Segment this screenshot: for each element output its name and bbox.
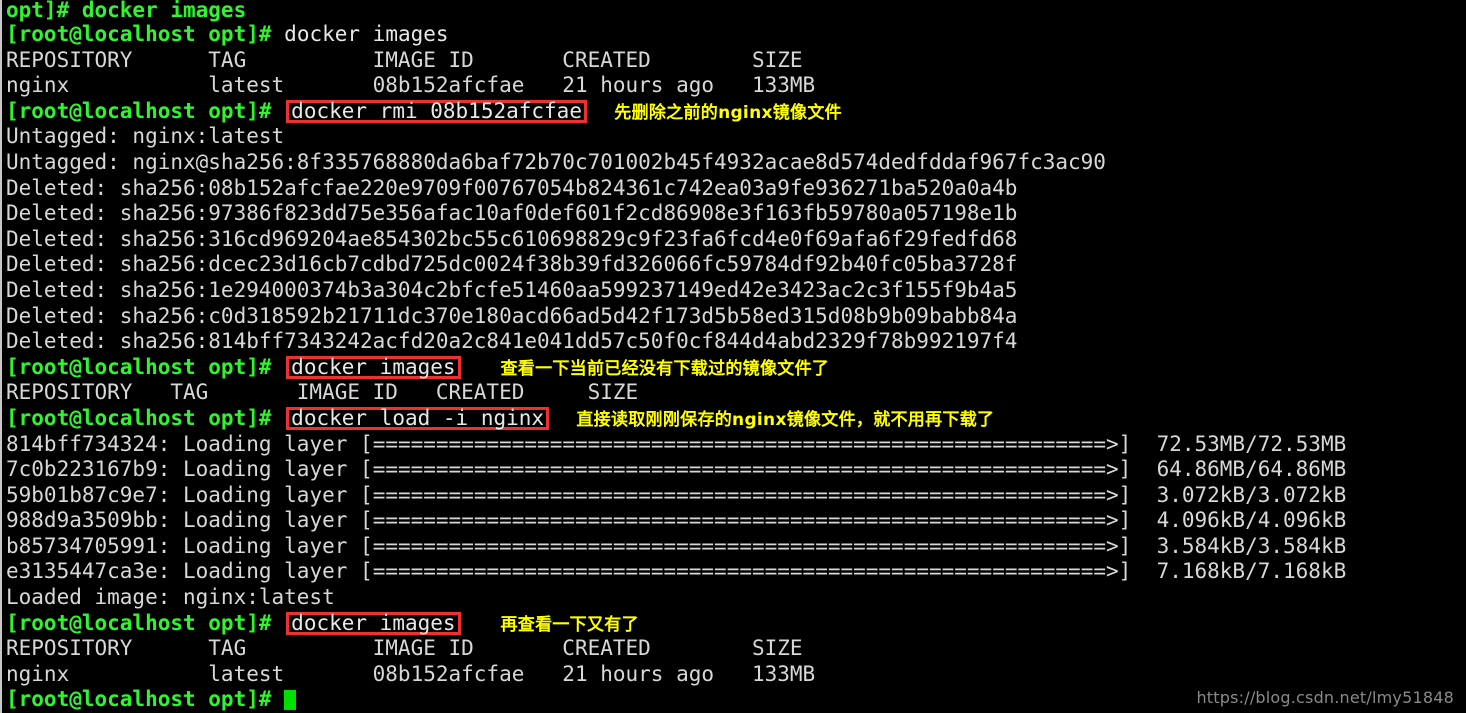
annotation-rmi: 先删除之前的nginx镜像文件 [614,102,842,123]
layer-progress-bar: [=======================================… [360,457,1132,482]
layer-status: Loading layer [183,508,348,533]
layer-size: 4.096kB/4.096kB [1156,508,1347,533]
load-loaded-image: Loaded image: nginx:latest [6,585,335,610]
annotation-load: 直接读取刚刚保存的nginx镜像文件，就不用再下载了 [576,409,995,430]
shell-prompt: [root@localhost opt]# [6,22,272,46]
text-cursor[interactable] [284,690,297,711]
rmi-deleted-line: Deleted: sha256:97386f823dd75e356afac10a… [6,201,1018,226]
rmi-deleted-line: Deleted: sha256:dcec23d16cb7cdbd725dc002… [6,252,1018,277]
table1-row-nginx: nginx latest 08b152afcfae 21 hours ago 1… [6,73,816,98]
layer-id: 7c0b223167b9 [6,457,158,482]
layer-status: Loading layer [183,533,348,558]
command-docker-images-2[interactable]: docker images [286,355,460,379]
load-layer-row: 59b01b87c9e7: Loading layer [===========… [6,482,1347,507]
shell-prompt: [root@localhost opt]# [6,405,272,430]
layer-status: Loading layer [183,559,348,584]
shell-prompt: [root@localhost opt]# [6,354,272,379]
terminal-window[interactable]: opt]# docker images [root@localhost opt]… [0,0,1466,713]
load-layer-row: 7c0b223167b9: Loading layer [===========… [6,457,1347,482]
terminal-line-prompt-images-3: [root@localhost opt]# docker images 再查看一… [6,611,1466,637]
layer-size: 7.168kB/7.168kB [1156,559,1347,584]
rmi-untagged-1: Untagged: nginx:latest [6,124,285,149]
command-docker-images-1[interactable]: docker images [284,22,448,46]
terminal-line-prompt-load: [root@localhost opt]# docker load -i ngi… [6,406,1466,432]
shell-prompt: [root@localhost opt]# [6,687,272,712]
rmi-deleted-line: Deleted: sha256:c0d318592b21711dc370e180… [6,303,1018,328]
rmi-deleted-line: Deleted: sha256:08b152afcfae220e9709f007… [6,175,1018,200]
table2-header: REPOSITORY TAG IMAGE ID CREATED SIZE [6,636,803,661]
load-layer-row: 988d9a3509bb: Loading layer [===========… [6,508,1347,533]
table2-row-nginx: nginx latest 08b152afcfae 21 hours ago 1… [6,661,816,686]
layer-size: 72.53MB/72.53MB [1156,431,1347,456]
table-empty-header: REPOSITORY TAG IMAGE ID CREATED SIZE [6,380,639,405]
layer-id: 814bff734324 [6,431,158,456]
rmi-deleted-line: Deleted: sha256:814bff7343242acfd20a2c84… [6,329,1018,354]
clipped-prompt-text: opt]# docker images [6,0,247,22]
load-layer-row: e3135447ca3e: Loading layer [===========… [6,559,1347,584]
layer-size: 3.584kB/3.584kB [1156,533,1347,558]
watermark-url: https://blog.csdn.net/lmy51848 [1196,688,1454,707]
layer-progress-bar: [=======================================… [360,508,1132,533]
annotation-images-again: 再查看一下又有了 [500,614,639,635]
layer-size: 64.86MB/64.86MB [1156,457,1347,482]
command-docker-rmi[interactable]: docker rmi 08b152afcfae [286,99,587,123]
terminal-line-prompt-images-1: [root@localhost opt]# docker images [6,22,1466,48]
window-left-border [0,0,2,713]
layer-id: 988d9a3509bb [6,508,158,533]
rmi-deleted-line: Deleted: sha256:316cd969204ae854302bc55c… [6,226,1018,251]
layer-size: 3.072kB/3.072kB [1156,482,1347,507]
table1-header: REPOSITORY TAG IMAGE ID CREATED SIZE [6,47,803,72]
layer-id: e3135447ca3e [6,559,158,584]
load-layer-row: 814bff734324: Loading layer [===========… [6,431,1347,456]
terminal-output-area: opt]# docker images [root@localhost opt]… [6,0,1466,713]
annotation-images-empty: 查看一下当前已经没有下载过的镜像文件了 [500,358,830,379]
rmi-untagged-2: Untagged: nginx@sha256:8f335768880da6baf… [6,149,1106,174]
layer-id: 59b01b87c9e7 [6,482,158,507]
layer-progress-bar: [=======================================… [360,482,1132,507]
load-layer-row: b85734705991: Loading layer [===========… [6,533,1347,558]
layer-status: Loading layer [183,457,348,482]
command-docker-load[interactable]: docker load -i nginx [286,406,549,430]
layer-progress-bar: [=======================================… [360,559,1132,584]
terminal-line-prompt-images-2: [root@localhost opt]# docker images 查看一下… [6,355,1466,381]
terminal-line-prompt-rmi: [root@localhost opt]# docker rmi 08b152a… [6,99,1466,125]
shell-prompt: [root@localhost opt]# [6,98,272,123]
rmi-deleted-line: Deleted: sha256:1e294000374b3a304c2bfcfe… [6,277,1018,302]
command-docker-images-3[interactable]: docker images [286,611,460,635]
shell-prompt: [root@localhost opt]# [6,610,272,635]
layer-status: Loading layer [183,431,348,456]
layer-progress-bar: [=======================================… [360,533,1132,558]
layer-status: Loading layer [183,482,348,507]
layer-progress-bar: [=======================================… [360,431,1132,456]
terminal-line-clipped: opt]# docker images [6,0,1466,22]
layer-id: b85734705991 [6,533,158,558]
